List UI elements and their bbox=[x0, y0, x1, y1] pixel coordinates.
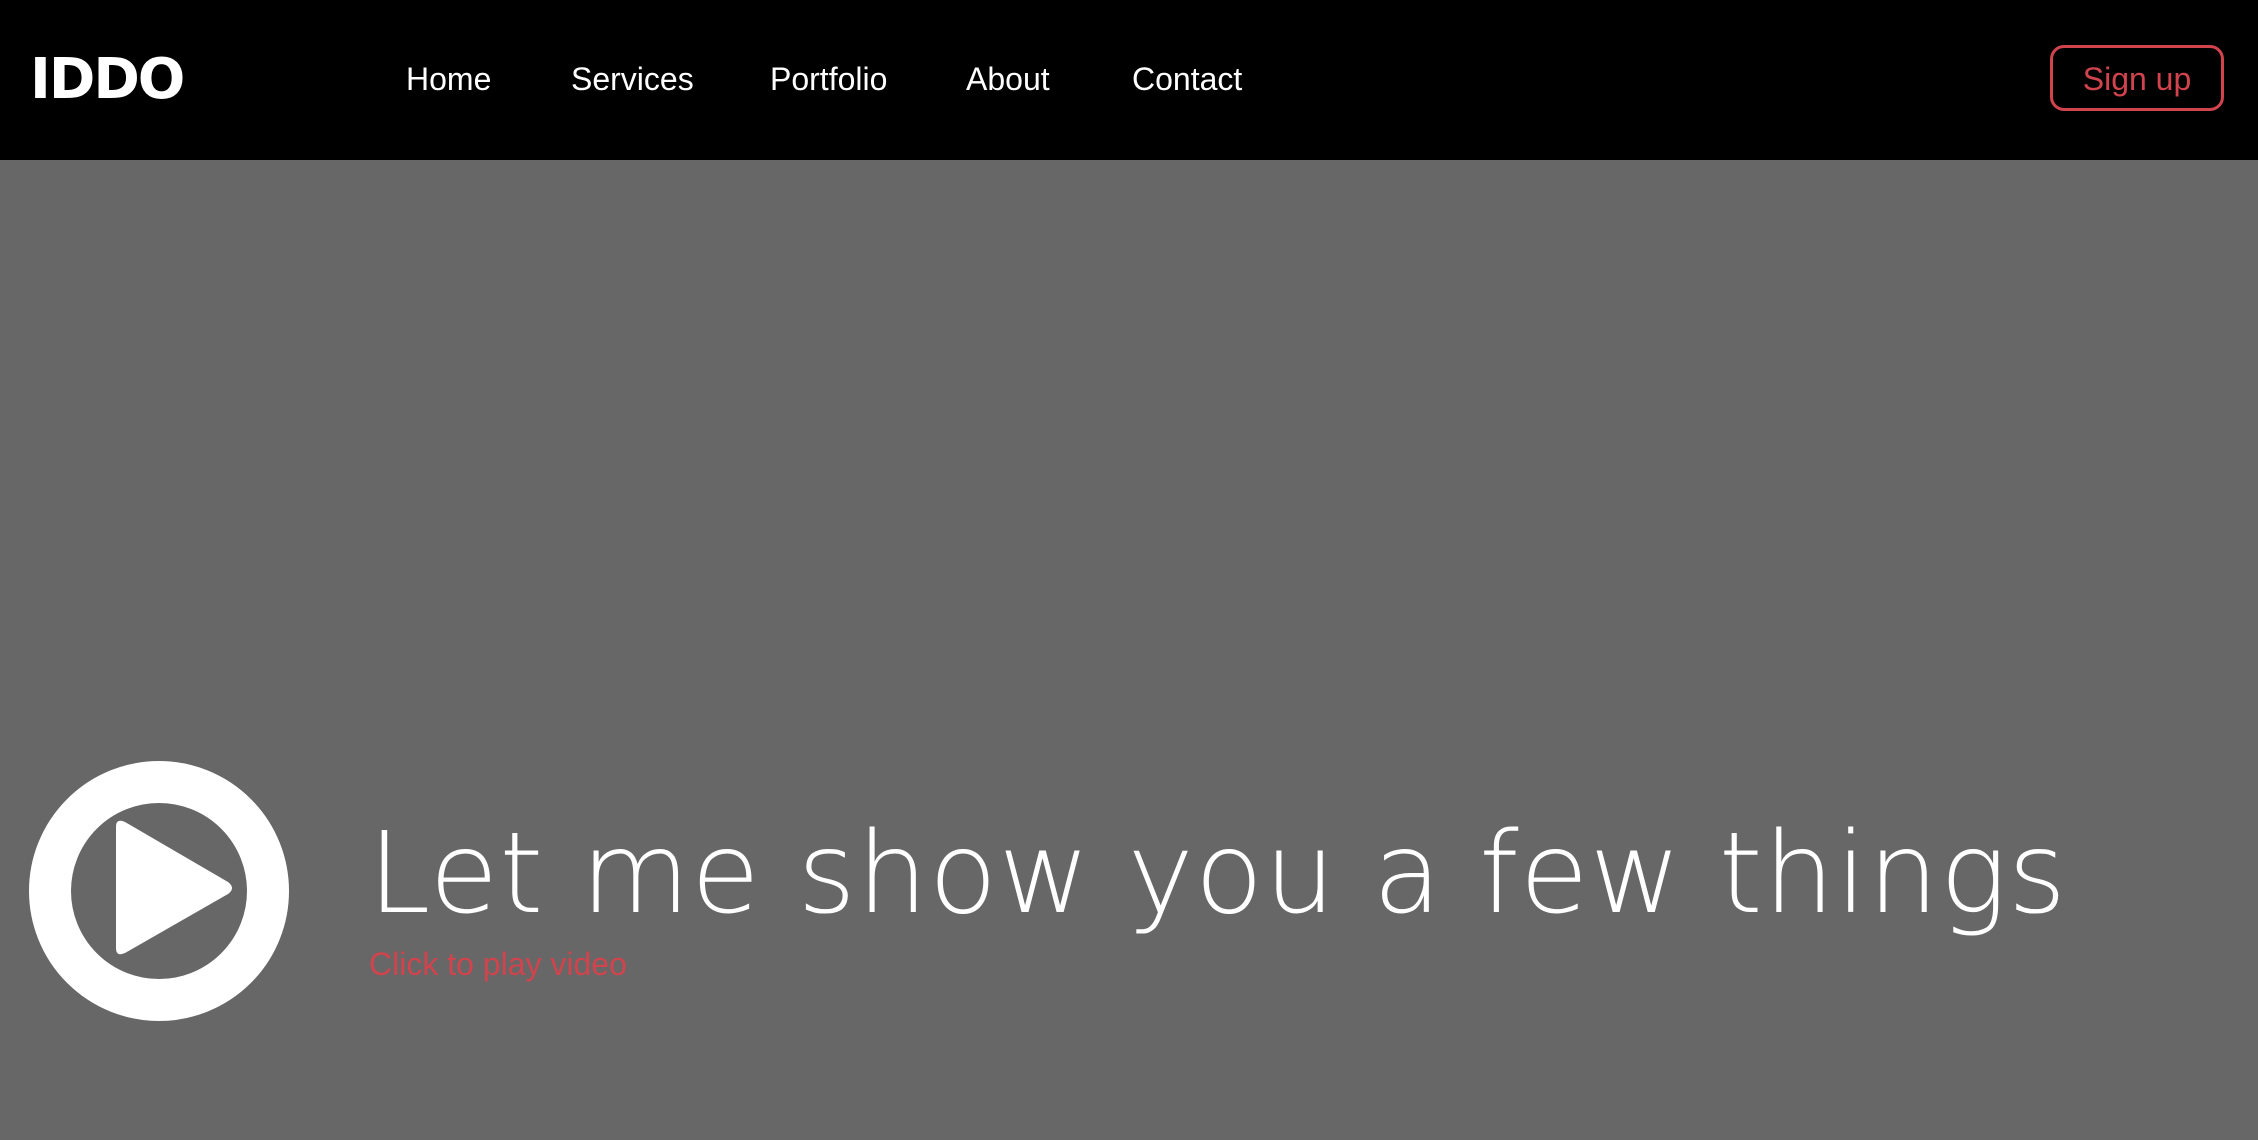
nav-link-contact[interactable]: Contact bbox=[1132, 58, 1242, 100]
play-circle-icon[interactable] bbox=[28, 760, 290, 1022]
nav-link-home[interactable]: Home bbox=[406, 58, 491, 100]
hero-headline: Let me show you a few things bbox=[368, 809, 2068, 939]
sign-up-button[interactable]: Sign up bbox=[2050, 45, 2224, 111]
nav-link-services[interactable]: Services bbox=[571, 58, 694, 100]
logo[interactable]: IDDO bbox=[30, 44, 185, 116]
nav-link-portfolio[interactable]: Portfolio bbox=[770, 58, 887, 100]
top-navbar: IDDO Home Services Portfolio About Conta… bbox=[0, 0, 2258, 160]
video-hero: Let me show you a few things Click to pl… bbox=[0, 160, 2258, 1140]
play-video-link[interactable]: Click to play video bbox=[369, 944, 627, 984]
nav-link-about[interactable]: About bbox=[966, 58, 1050, 100]
